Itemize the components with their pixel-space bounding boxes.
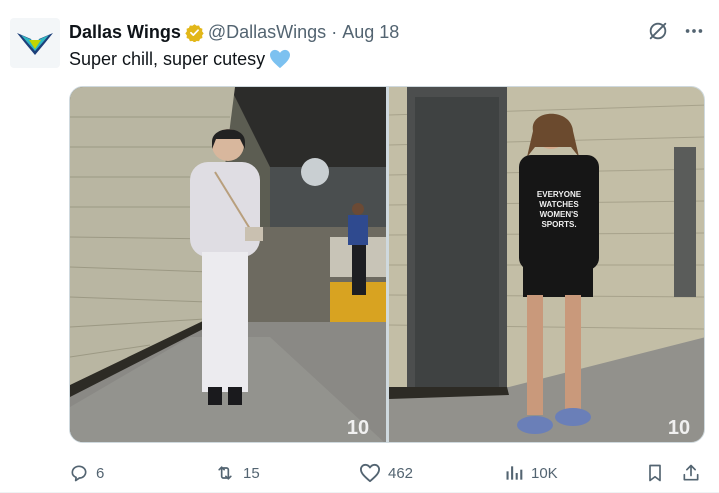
user-handle[interactable]: @DallasWings xyxy=(208,22,326,43)
like-button[interactable]: 462 xyxy=(359,460,413,486)
separator-dot: · xyxy=(331,21,338,42)
svg-text:WOMEN'S: WOMEN'S xyxy=(539,210,578,219)
views-icon xyxy=(504,463,524,483)
share-button[interactable] xyxy=(681,460,701,486)
like-count: 462 xyxy=(388,464,414,482)
svg-text:EVERYONE: EVERYONE xyxy=(536,190,581,199)
photo-left[interactable]: 10 xyxy=(70,87,386,442)
tweet-date[interactable]: Aug 18 xyxy=(342,22,399,43)
tweet-text: Super chill, super cutesy xyxy=(69,48,291,70)
photo-left-image: 10 xyxy=(70,87,386,442)
photo-right-image: EVERYONE WATCHES WOMEN'S SPORTS. 10 xyxy=(388,87,704,442)
avatar[interactable] xyxy=(10,18,60,68)
share-icon xyxy=(681,463,701,483)
reply-icon xyxy=(69,463,89,483)
retweet-count: 15 xyxy=(243,464,260,482)
views-button[interactable]: 10K xyxy=(504,460,558,486)
svg-text:SPORTS.: SPORTS. xyxy=(541,220,576,229)
svg-text:10: 10 xyxy=(347,417,369,439)
blue-heart-icon xyxy=(269,49,291,69)
bookmark-icon xyxy=(645,463,665,483)
retweet-icon xyxy=(214,463,236,483)
media-grid: 10 EVERYONE WATCHES WOMEN'S SPORTS. 10 xyxy=(69,86,705,443)
verified-badge-icon[interactable] xyxy=(185,23,204,42)
reply-count: 6 xyxy=(96,464,105,482)
grok-icon[interactable] xyxy=(647,20,669,47)
views-count: 10K xyxy=(531,464,558,482)
dallas-wings-logo xyxy=(17,33,53,55)
photo-right[interactable]: EVERYONE WATCHES WOMEN'S SPORTS. 10 xyxy=(388,87,704,442)
action-bar: 6 15 462 10K xyxy=(69,460,709,486)
like-icon xyxy=(359,463,381,483)
header-actions xyxy=(647,20,705,47)
bookmark-button[interactable] xyxy=(645,460,665,486)
svg-text:10: 10 xyxy=(667,417,689,439)
reply-button[interactable]: 6 xyxy=(69,460,104,486)
tweet-header: Dallas Wings @DallasWings · Aug 18 xyxy=(69,20,399,44)
tweet-card[interactable]: Dallas Wings @DallasWings · Aug 18 Super… xyxy=(0,0,719,493)
tweet-body: Super chill, super cutesy xyxy=(69,49,266,69)
svg-text:WATCHES: WATCHES xyxy=(539,200,579,209)
more-icon[interactable] xyxy=(683,20,705,47)
display-name[interactable]: Dallas Wings xyxy=(69,22,181,43)
retweet-button[interactable]: 15 xyxy=(214,460,260,486)
